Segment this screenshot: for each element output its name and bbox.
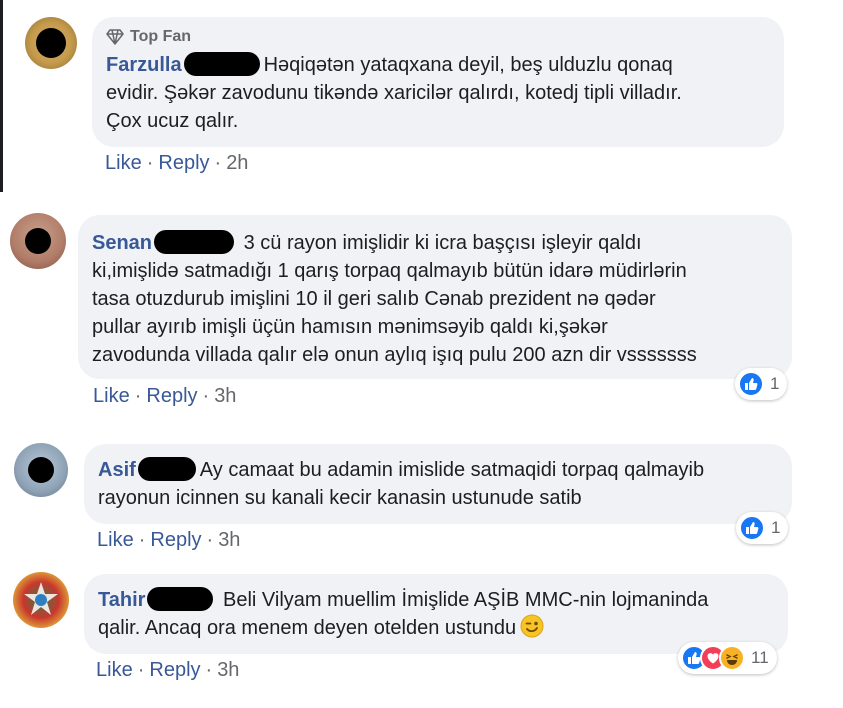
left-edge-divider [0, 0, 3, 192]
reaction-count: 1 [770, 374, 780, 393]
avatar[interactable] [10, 213, 66, 269]
like-reaction-icon [739, 515, 765, 541]
haha-reaction-icon [719, 645, 745, 671]
comment-author[interactable]: Tahir [98, 589, 145, 611]
name-redaction [183, 52, 260, 76]
comment-text-line-3: tasa otuzdurub imişlini 10 il geri salıb… [92, 288, 656, 310]
reply-link[interactable]: Reply [150, 529, 201, 551]
separator: · [206, 529, 214, 551]
like-link[interactable]: Like [97, 529, 134, 551]
reaction-count: 11 [751, 648, 769, 667]
separator: · [137, 659, 145, 681]
comment-actions: Like · Reply · 3h [96, 659, 239, 682]
emblem-star-icon [24, 582, 58, 615]
comment-author[interactable]: Senan [92, 232, 152, 254]
reaction-count: 1 [771, 518, 781, 537]
top-fan-label: Top Fan [130, 28, 192, 45]
separator: · [138, 529, 146, 551]
like-link[interactable]: Like [93, 385, 130, 407]
comment-actions: Like · Reply · 3h [93, 385, 236, 408]
comment-text-line-4: pullar ayırıb imişli üçün hamısın mənims… [92, 316, 608, 338]
name-redaction [147, 587, 214, 611]
separator: · [146, 152, 154, 174]
comment-text-line-1: Beli Vilyam muellim İmişlide AŞİB MMC-ni… [222, 589, 709, 611]
separator: · [202, 385, 210, 407]
timestamp[interactable]: 3h [217, 659, 239, 681]
like-reaction-icon [738, 371, 764, 397]
comment-text-line-1: Ay camaat bu adamin imislide satmaqidi t… [199, 459, 705, 481]
top-fan-badge[interactable]: Top Fan [106, 27, 770, 47]
comment-bubble: Top Fan Farzulla Həqiqətən yataqxana deyi… [92, 17, 784, 147]
name-redaction [137, 457, 196, 481]
timestamp[interactable]: 3h [214, 385, 236, 407]
reply-link[interactable]: Reply [158, 152, 209, 174]
reaction-summary[interactable]: 1 [736, 512, 789, 544]
comment-text-line-2: ki,imişlidə satmadığı 1 qarış torpaq qal… [92, 260, 687, 282]
avatar-redaction [28, 457, 54, 483]
name-redaction [154, 230, 235, 254]
comment-text-line-3: Çox ucuz qalır. [106, 110, 239, 132]
wink-emoji-icon [520, 614, 544, 638]
avatar-redaction [36, 28, 66, 58]
reply-link[interactable]: Reply [146, 385, 197, 407]
separator: · [134, 385, 142, 407]
separator: · [205, 659, 213, 681]
avatar-redaction [25, 228, 51, 254]
comment-bubble: Senan 3 cü rayon imişlidir ki icra başçı… [78, 215, 792, 379]
comment-author[interactable]: Farzulla [106, 54, 182, 76]
avatar[interactable] [13, 572, 69, 628]
separator: · [214, 152, 222, 174]
top-fan-diamond-icon [106, 29, 124, 45]
reaction-summary[interactable]: 11 [678, 642, 777, 674]
comment-actions: Like · Reply · 2h [105, 152, 248, 175]
reply-link[interactable]: Reply [149, 659, 200, 681]
comment-text-line-2: evidir. Şəkər zavodunu tikəndə xaricilər… [106, 82, 682, 104]
comment-text-line-2: rayonun icinnen su kanali kecir kanasin … [98, 487, 582, 509]
avatar[interactable] [14, 443, 68, 497]
timestamp[interactable]: 3h [218, 529, 240, 551]
reaction-summary[interactable]: 1 [735, 368, 788, 400]
timestamp[interactable]: 2h [226, 152, 248, 174]
comment-bubble: Tahir Beli Vilyam muellim İmişlide AŞİB … [84, 574, 788, 654]
comment-text-line-1: 3 cü rayon imişlidir ki icra başçısı işl… [243, 232, 642, 254]
like-link[interactable]: Like [105, 152, 142, 174]
comment-actions: Like · Reply · 3h [97, 529, 240, 552]
comment-text-line-1: Həqiqətən yataqxana deyil, beş ulduzlu q… [263, 54, 673, 76]
like-link[interactable]: Like [96, 659, 133, 681]
comment-author[interactable]: Asif [98, 459, 136, 481]
comment-text-line-2: qalir. Ancaq ora menem deyen otelden ust… [98, 617, 517, 639]
comment-bubble: Asif Ay camaat bu adamin imislide satmaqi… [84, 444, 792, 524]
avatar[interactable] [25, 17, 77, 69]
comment-text-line-5: zavodunda villada qalır elə onun aylıq i… [92, 344, 697, 366]
